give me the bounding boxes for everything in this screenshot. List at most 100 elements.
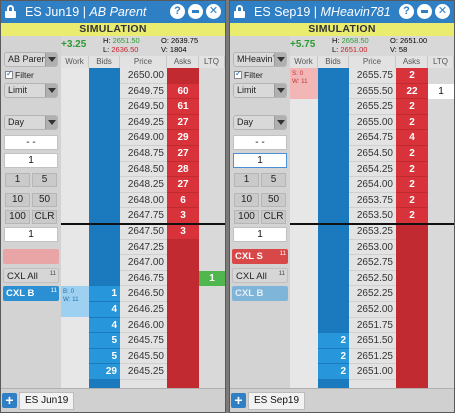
ask-cell[interactable]: 2 bbox=[396, 99, 428, 115]
qty-button-10[interactable]: 10 bbox=[5, 193, 30, 207]
cancel-all-button[interactable]: CXL All 11 bbox=[232, 268, 288, 283]
price-cell: 2648.00 bbox=[120, 192, 167, 209]
order-type-dropdown[interactable]: Limit bbox=[4, 83, 58, 98]
qty-button-50[interactable]: 50 bbox=[32, 193, 57, 207]
ask-cell[interactable]: 61 bbox=[167, 99, 199, 115]
ask-cell[interactable]: 2 bbox=[396, 192, 428, 209]
tif-label: Day bbox=[8, 117, 25, 127]
qty-button-10[interactable]: 10 bbox=[234, 193, 259, 207]
tab-instrument[interactable]: ES Jun19 bbox=[19, 392, 75, 410]
tab-instrument[interactable]: ES Sep19 bbox=[248, 392, 306, 410]
ask-cell[interactable]: 27 bbox=[167, 114, 199, 131]
ask-cell[interactable]: 29 bbox=[167, 130, 199, 146]
ask-cell[interactable]: 27 bbox=[167, 146, 199, 162]
price-cell: 2650.00 bbox=[120, 68, 167, 84]
simulation-banner: SIMULATION bbox=[1, 23, 225, 36]
help-icon[interactable]: ? bbox=[399, 4, 414, 19]
ask-cell[interactable]: 22 bbox=[396, 83, 428, 100]
bid-cell[interactable]: 4 bbox=[89, 317, 120, 334]
help-icon[interactable]: ? bbox=[170, 4, 185, 19]
ask-cell[interactable]: 2 bbox=[396, 161, 428, 178]
cancel-all-label: CXL All bbox=[236, 271, 267, 282]
price-cell: 2654.00 bbox=[349, 177, 396, 193]
close-icon[interactable]: ✕ bbox=[206, 4, 221, 19]
tif-dropdown[interactable]: Day bbox=[233, 115, 287, 130]
price-header: Price bbox=[120, 56, 167, 68]
close-icon[interactable]: ✕ bbox=[435, 4, 450, 19]
clear-button[interactable]: CLR bbox=[261, 210, 286, 224]
window-titlebar[interactable]: ES Sep19 | MHeavin781 ? ✕ bbox=[230, 1, 454, 23]
qty-button-5[interactable]: 5 bbox=[261, 173, 286, 187]
cancel-buy-button[interactable]: CXL B 11 bbox=[3, 286, 59, 301]
qty-button-50[interactable]: 50 bbox=[261, 193, 286, 207]
clear-button[interactable]: CLR bbox=[32, 210, 57, 224]
bid-cell[interactable]: 4 bbox=[89, 302, 120, 318]
working-order-tag[interactable]: S: 0 W: 11 bbox=[290, 68, 318, 99]
ask-cell[interactable]: 60 bbox=[167, 83, 199, 100]
price-cell: 2646.75 bbox=[120, 270, 167, 287]
bid-cell[interactable]: 5 bbox=[89, 333, 120, 349]
ask-cell[interactable]: 3 bbox=[167, 208, 199, 224]
cancel-sell-button[interactable] bbox=[3, 249, 59, 264]
bid-cell[interactable]: 29 bbox=[89, 364, 120, 380]
bid-cell[interactable]: 1 bbox=[89, 286, 120, 302]
ladder-row: 2649.50 61 bbox=[61, 99, 225, 115]
ask-cell[interactable]: 2 bbox=[396, 208, 428, 224]
tif-dropdown[interactable]: Day bbox=[4, 115, 58, 130]
ladder-row: 2646.75 1 bbox=[61, 270, 225, 287]
ask-cell[interactable]: 2 bbox=[396, 146, 428, 162]
cancel-sell-count: 11 bbox=[279, 251, 286, 257]
lock-icon[interactable] bbox=[5, 5, 16, 18]
ltq-header: LTQ bbox=[428, 56, 454, 68]
order-entry-panel: MHeavin781 Filter Limit Day - - 1 1 5 10… bbox=[230, 36, 290, 388]
ask-cell[interactable]: 6 bbox=[167, 192, 199, 209]
tab-bar: + ES Sep19 bbox=[230, 388, 454, 412]
account-dropdown[interactable]: AB Parent bbox=[4, 52, 58, 67]
price-header: Price bbox=[349, 56, 396, 68]
volume-value: 1804 bbox=[169, 44, 187, 54]
ask-cell[interactable]: 4 bbox=[396, 130, 428, 146]
filter-checkbox[interactable] bbox=[234, 69, 242, 79]
bid-cell[interactable]: 2 bbox=[318, 364, 349, 380]
ask-cell[interactable]: 28 bbox=[167, 161, 199, 178]
minimize-icon[interactable] bbox=[188, 4, 203, 19]
filter-checkbox[interactable] bbox=[5, 69, 13, 79]
ladder-row: 2645.50 5 bbox=[61, 348, 225, 365]
add-tab-icon[interactable]: + bbox=[231, 393, 246, 408]
price-cell: 2652.50 bbox=[349, 270, 396, 287]
bid-cell[interactable]: 5 bbox=[89, 348, 120, 365]
ladder-row: 2652.75 bbox=[290, 255, 454, 271]
price-field[interactable]: - - bbox=[233, 135, 287, 150]
lock-icon[interactable] bbox=[234, 5, 245, 18]
qty-button-1[interactable]: 1 bbox=[5, 173, 30, 187]
bid-cell[interactable]: 2 bbox=[318, 348, 349, 365]
add-tab-icon[interactable]: + bbox=[2, 393, 17, 408]
ladder-row: 2654.00 2 bbox=[290, 177, 454, 193]
ask-cell[interactable]: 2 bbox=[396, 114, 428, 131]
qty-button-1[interactable]: 1 bbox=[234, 173, 259, 187]
minimize-icon[interactable] bbox=[417, 4, 432, 19]
cancel-sell-button[interactable]: CXL S 11 bbox=[232, 249, 288, 264]
title-account: MHeavin781 bbox=[320, 5, 391, 19]
price-field[interactable]: - - bbox=[4, 135, 58, 150]
ask-cell[interactable]: 3 bbox=[167, 224, 199, 240]
order-type-dropdown[interactable]: Limit bbox=[233, 83, 287, 98]
working-order-tag[interactable]: B: 0 W: 11 bbox=[61, 286, 89, 318]
ladder-row: 2650.00 bbox=[61, 68, 225, 84]
quantity-field[interactable]: 1 bbox=[4, 153, 58, 168]
bid-cell[interactable]: 2 bbox=[318, 333, 349, 349]
cancel-buy-button[interactable]: CXL B bbox=[232, 286, 288, 301]
ask-cell[interactable]: 27 bbox=[167, 177, 199, 193]
cancel-all-button[interactable]: CXL All 11 bbox=[3, 268, 59, 283]
pnl-text: +3.25 bbox=[61, 39, 87, 50]
window-title: ES Sep19 | MHeavin781 bbox=[254, 5, 391, 19]
qty-button-5[interactable]: 5 bbox=[32, 173, 57, 187]
qty-button-100[interactable]: 100 bbox=[5, 210, 30, 224]
qty-button-100[interactable]: 100 bbox=[234, 210, 259, 224]
window-titlebar[interactable]: ES Jun19 | AB Parent ? ✕ bbox=[1, 1, 225, 23]
chevron-down-icon bbox=[274, 116, 286, 129]
ask-cell[interactable]: 2 bbox=[396, 68, 428, 84]
quantity-field[interactable]: 1 bbox=[233, 153, 287, 168]
account-dropdown[interactable]: MHeavin781 bbox=[233, 52, 287, 67]
ask-cell[interactable]: 2 bbox=[396, 177, 428, 193]
